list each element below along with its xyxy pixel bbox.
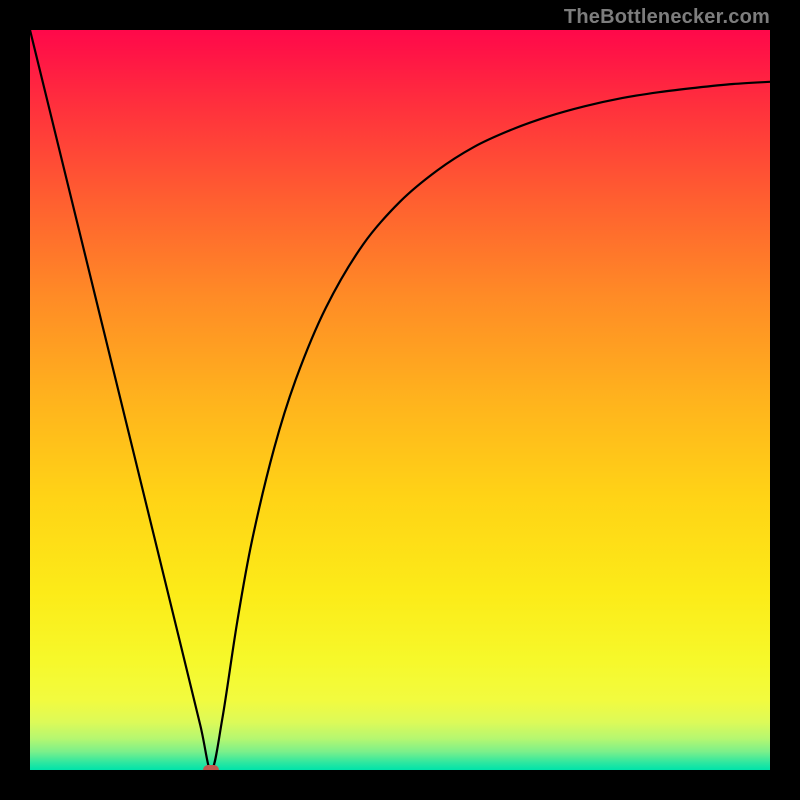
plot-area <box>30 30 770 770</box>
chart-container: TheBottlenecker.com <box>0 0 800 800</box>
chart-curve <box>30 30 770 770</box>
minimum-marker <box>203 765 219 770</box>
watermark-text: TheBottlenecker.com <box>564 6 770 29</box>
